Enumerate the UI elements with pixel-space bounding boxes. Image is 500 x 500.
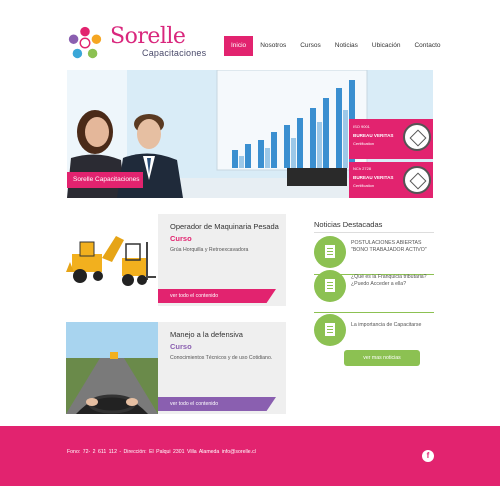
nav-contacto[interactable]: Contacto bbox=[407, 36, 447, 56]
course-more-link[interactable]: ver todo el contenido bbox=[158, 397, 276, 411]
cert-iso-line2: BUREAU VERITAS bbox=[353, 133, 394, 138]
cert-iso-line3: Certification bbox=[353, 141, 375, 146]
hero-banner: ISO 9001 BUREAU VERITAS Certification NC… bbox=[67, 70, 433, 198]
course-description: Grúa Horquilla y Retroexcavadora bbox=[170, 247, 249, 253]
bureau-veritas-seal-icon bbox=[403, 123, 431, 151]
course-title[interactable]: Operador de Maquinaria Pesada bbox=[170, 222, 279, 231]
logo-subtitle: Capacitaciones bbox=[142, 48, 207, 58]
cert-nch-line2: BUREAU VERITAS bbox=[353, 175, 394, 180]
course-subtitle: Curso bbox=[170, 342, 192, 351]
nav-nosotros[interactable]: Nosotros bbox=[253, 36, 293, 56]
main-nav: Inicio Nosotros Cursos Noticias Ubicació… bbox=[224, 36, 448, 56]
footer-contact: Fono: 72- 2 611 112 - Dirección: El Palq… bbox=[67, 449, 256, 455]
course-image-maquinaria bbox=[66, 214, 158, 306]
more-news-button[interactable]: ver mas noticias bbox=[344, 350, 420, 366]
document-icon bbox=[314, 236, 346, 268]
course-description: Conocimientos Técnicos y de uso Cotidian… bbox=[170, 355, 273, 361]
course-info: Manejo a la defensiva Curso Conocimiento… bbox=[158, 322, 286, 414]
course-more-link[interactable]: ver todo el contenido bbox=[158, 289, 276, 303]
news-heading: Noticias Destacadas bbox=[314, 220, 383, 229]
news-item[interactable]: La importancia de Capacitarse bbox=[314, 314, 434, 354]
course-subtitle: Curso bbox=[170, 234, 192, 243]
news-item-text[interactable]: POSTULACIONES ABIERTAS "BONO TRABAJADOR … bbox=[351, 240, 431, 254]
document-icon bbox=[314, 270, 346, 302]
nav-ubicacion[interactable]: Ubicación bbox=[365, 36, 408, 56]
news-item-text[interactable]: ¿Qué es la Franquicia tributaria? ¿Puedo… bbox=[351, 274, 431, 288]
course-card-manejo: Manejo a la defensiva Curso Conocimiento… bbox=[66, 322, 286, 414]
cert-nch-line3: Certification bbox=[353, 183, 375, 188]
driving-image bbox=[66, 322, 158, 414]
bureau-veritas-seal-icon bbox=[403, 166, 431, 194]
news-item-text[interactable]: La importancia de Capacitarse bbox=[351, 322, 431, 329]
hero-label: Sorelle Capacitaciones bbox=[67, 172, 143, 188]
news-divider bbox=[314, 232, 434, 233]
nav-cursos[interactable]: Cursos bbox=[293, 36, 328, 56]
news-separator bbox=[314, 312, 434, 313]
cert-nch-line1: NCh 2728 bbox=[353, 166, 372, 171]
cert-iso-line1: ISO 9001 bbox=[353, 124, 370, 129]
document-icon bbox=[314, 314, 346, 346]
logo-text: Sorelle bbox=[110, 24, 186, 49]
course-info: Operador de Maquinaria Pesada Curso Grúa… bbox=[158, 214, 286, 306]
excavator-image bbox=[66, 214, 158, 306]
news-item[interactable]: ¿Qué es la Franquicia tributaria? ¿Puedo… bbox=[314, 270, 434, 313]
nav-noticias[interactable]: Noticias bbox=[328, 36, 365, 56]
course-title[interactable]: Manejo a la defensiva bbox=[170, 330, 243, 339]
cert-badge-iso: ISO 9001 BUREAU VERITAS Certification bbox=[349, 119, 433, 159]
logo-people-icon bbox=[68, 26, 102, 59]
site-logo[interactable]: Sorelle Capacitaciones bbox=[66, 24, 206, 64]
nav-inicio[interactable]: Inicio bbox=[224, 36, 254, 56]
course-card-maquinaria: Operador de Maquinaria Pesada Curso Grúa… bbox=[66, 214, 286, 306]
cert-badge-nch: NCh 2728 BUREAU VERITAS Certification bbox=[349, 162, 433, 198]
facebook-icon[interactable]: f bbox=[422, 450, 434, 462]
footer: Fono: 72- 2 611 112 - Dirección: El Palq… bbox=[0, 426, 500, 486]
course-image-manejo bbox=[66, 322, 158, 414]
